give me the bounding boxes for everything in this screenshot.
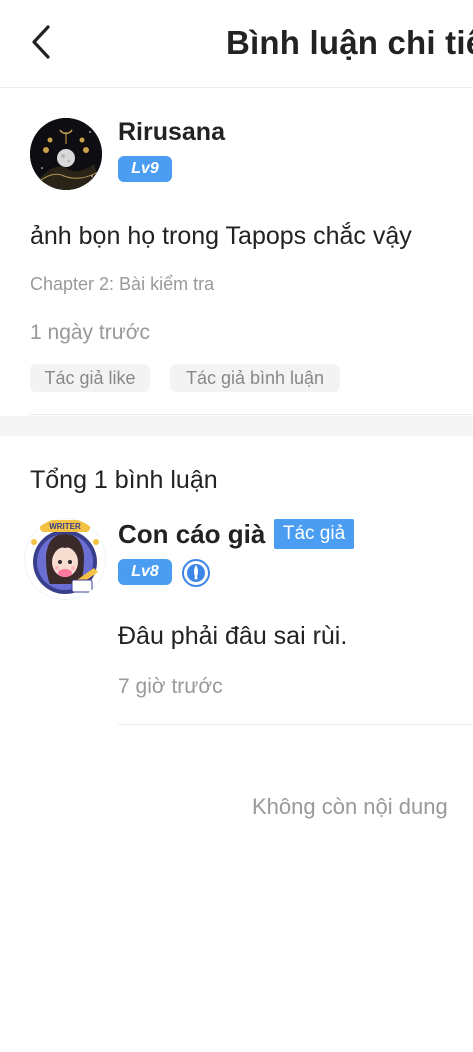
level-badge: Lv9 [118,156,172,182]
section-separator [0,416,473,436]
tag-author-comment: Tác giả bình luận [170,364,340,392]
page-title: Bình luận chi tiết [226,24,473,61]
level-badge: Lv8 [118,559,172,585]
top-bar: Bình luận chi tiết [0,0,473,88]
end-of-content-label: Không còn nội dung [252,794,448,819]
comment-username[interactable]: Rirusana [118,118,225,147]
chevron-left-icon [32,25,50,59]
chapter-link[interactable]: Chapter 2: Bài kiểm tra [30,274,214,295]
comment-time: 1 ngày trước [30,321,151,344]
tag-author-like: Tác giả like [30,364,150,392]
moon-phases-avatar-icon [30,118,102,190]
author-badge: Tác giả [274,519,354,549]
back-button[interactable] [22,22,62,62]
avatar-banner-label: WRITER [49,522,81,531]
reply-time: 7 giờ trước [118,675,223,698]
comment-text: ảnh bọn họ trong Tapops chắc vậy [30,222,412,250]
divider [30,414,473,415]
reply-username[interactable]: Con cáo già [118,519,265,550]
writer-avatar-icon: WRITER [25,519,105,599]
medal-icon [182,559,210,587]
avatar[interactable] [30,118,102,190]
replies-count: Tổng 1 bình luận [30,466,218,494]
reply-text: Đâu phải đâu sai rùi. [118,622,348,650]
reply-avatar[interactable]: WRITER [24,518,106,600]
divider [118,724,473,725]
